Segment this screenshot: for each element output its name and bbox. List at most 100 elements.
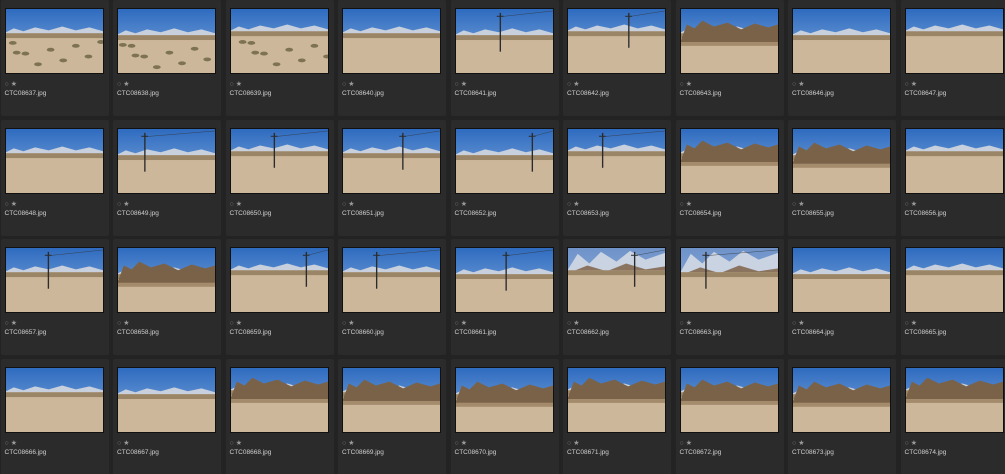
rating-marks[interactable]: ○ ★ (117, 81, 129, 89)
rating-marks[interactable]: ○ ★ (567, 201, 579, 209)
rating-marks[interactable]: ○ ★ (905, 201, 917, 209)
rating-marks[interactable]: ○ ★ (905, 320, 917, 328)
rating-marks[interactable]: ○ ★ (455, 320, 467, 328)
rating-marks[interactable]: ○ ★ (680, 440, 692, 448)
photo-thumbnail[interactable] (679, 8, 779, 74)
star-icon[interactable]: ★ (573, 81, 579, 88)
star-icon[interactable]: ★ (798, 201, 804, 208)
flag-icon[interactable]: ○ (792, 201, 796, 208)
photo-thumbnail-cell[interactable]: ○ ★ CTC08651.jpg (338, 119, 446, 236)
star-icon[interactable]: ★ (686, 320, 692, 327)
star-icon[interactable]: ★ (236, 81, 242, 88)
photo-thumbnail[interactable] (229, 247, 329, 313)
rating-marks[interactable]: ○ ★ (792, 81, 804, 89)
flag-icon[interactable]: ○ (117, 320, 121, 327)
star-icon[interactable]: ★ (123, 440, 129, 447)
photo-thumbnail[interactable] (679, 366, 779, 433)
rating-marks[interactable]: ○ ★ (5, 320, 17, 328)
star-icon[interactable]: ★ (11, 201, 17, 208)
star-icon[interactable]: ★ (348, 201, 354, 208)
photo-thumbnail-cell[interactable]: ○ ★ CTC08657.jpg (0, 239, 109, 355)
photo-thumbnail-cell[interactable]: ○ ★ CTC08638.jpg (113, 0, 221, 116)
star-icon[interactable]: ★ (11, 320, 17, 327)
star-icon[interactable]: ★ (798, 81, 804, 88)
flag-icon[interactable]: ○ (230, 81, 234, 88)
photo-thumbnail[interactable] (4, 247, 104, 313)
photo-thumbnail[interactable] (904, 247, 1004, 313)
photo-thumbnail[interactable] (454, 366, 554, 433)
flag-icon[interactable]: ○ (455, 201, 459, 208)
photo-thumbnail[interactable] (117, 127, 216, 194)
star-icon[interactable]: ★ (236, 440, 242, 447)
flag-icon[interactable]: ○ (5, 320, 9, 327)
photo-thumbnail-cell[interactable]: ○ ★ CTC08667.jpg (113, 358, 221, 474)
photo-thumbnail-cell[interactable]: ○ ★ CTC08674.jpg (900, 358, 1005, 474)
photo-thumbnail[interactable] (904, 366, 1004, 433)
photo-thumbnail[interactable] (4, 366, 104, 433)
photo-thumbnail-cell[interactable]: ○ ★ CTC08642.jpg (563, 0, 671, 116)
rating-marks[interactable]: ○ ★ (342, 81, 354, 89)
flag-icon[interactable]: ○ (905, 81, 909, 88)
rating-marks[interactable]: ○ ★ (230, 320, 242, 328)
star-icon[interactable]: ★ (461, 81, 467, 88)
photo-thumbnail-cell[interactable]: ○ ★ CTC08659.jpg (225, 239, 334, 355)
photo-thumbnail[interactable] (792, 366, 891, 433)
rating-marks[interactable]: ○ ★ (342, 440, 354, 448)
rating-marks[interactable]: ○ ★ (342, 201, 354, 209)
star-icon[interactable]: ★ (348, 440, 354, 447)
photo-thumbnail[interactable] (117, 247, 216, 313)
rating-marks[interactable]: ○ ★ (792, 201, 804, 209)
photo-thumbnail[interactable] (229, 8, 329, 74)
rating-marks[interactable]: ○ ★ (5, 201, 17, 209)
rating-marks[interactable]: ○ ★ (567, 440, 579, 448)
photo-thumbnail[interactable] (567, 247, 666, 313)
flag-icon[interactable]: ○ (792, 320, 796, 327)
photo-thumbnail[interactable] (229, 366, 329, 433)
star-icon[interactable]: ★ (461, 440, 467, 447)
photo-thumbnail-cell[interactable]: ○ ★ CTC08662.jpg (563, 239, 671, 355)
flag-icon[interactable]: ○ (567, 320, 571, 327)
flag-icon[interactable]: ○ (342, 201, 346, 208)
rating-marks[interactable]: ○ ★ (792, 320, 804, 328)
star-icon[interactable]: ★ (461, 201, 467, 208)
photo-thumbnail-cell[interactable]: ○ ★ CTC08640.jpg (338, 0, 446, 116)
photo-thumbnail-cell[interactable]: ○ ★ CTC08669.jpg (338, 358, 446, 474)
flag-icon[interactable]: ○ (680, 81, 684, 88)
photo-thumbnail-cell[interactable]: ○ ★ CTC08641.jpg (450, 0, 559, 116)
rating-marks[interactable]: ○ ★ (5, 440, 17, 448)
star-icon[interactable]: ★ (911, 320, 917, 327)
flag-icon[interactable]: ○ (342, 320, 346, 327)
rating-marks[interactable]: ○ ★ (455, 81, 467, 89)
photo-thumbnail[interactable] (567, 366, 666, 433)
photo-thumbnail-cell[interactable]: ○ ★ CTC08673.jpg (788, 358, 896, 474)
photo-thumbnail-cell[interactable]: ○ ★ CTC08649.jpg (113, 119, 221, 236)
photo-thumbnail[interactable] (454, 247, 554, 313)
flag-icon[interactable]: ○ (342, 81, 346, 88)
photo-thumbnail-cell[interactable]: ○ ★ CTC08647.jpg (900, 0, 1005, 116)
photo-thumbnail[interactable] (904, 127, 1004, 194)
photo-thumbnail[interactable] (342, 8, 441, 74)
photo-thumbnail[interactable] (904, 8, 1004, 74)
rating-marks[interactable]: ○ ★ (117, 201, 129, 209)
flag-icon[interactable]: ○ (792, 81, 796, 88)
photo-thumbnail-cell[interactable]: ○ ★ CTC08665.jpg (900, 239, 1005, 355)
photo-thumbnail-cell[interactable]: ○ ★ CTC08656.jpg (900, 119, 1005, 236)
star-icon[interactable]: ★ (686, 440, 692, 447)
flag-icon[interactable]: ○ (230, 440, 234, 447)
rating-marks[interactable]: ○ ★ (117, 320, 129, 328)
star-icon[interactable]: ★ (911, 440, 917, 447)
rating-marks[interactable]: ○ ★ (905, 440, 917, 448)
rating-marks[interactable]: ○ ★ (230, 81, 242, 89)
photo-thumbnail[interactable] (454, 8, 554, 74)
flag-icon[interactable]: ○ (117, 201, 121, 208)
flag-icon[interactable]: ○ (5, 440, 9, 447)
photo-thumbnail-cell[interactable]: ○ ★ CTC08643.jpg (675, 0, 784, 116)
photo-thumbnail[interactable] (4, 8, 104, 74)
flag-icon[interactable]: ○ (230, 320, 234, 327)
flag-icon[interactable]: ○ (342, 440, 346, 447)
photo-thumbnail[interactable] (792, 247, 891, 313)
flag-icon[interactable]: ○ (792, 440, 796, 447)
flag-icon[interactable]: ○ (455, 440, 459, 447)
rating-marks[interactable]: ○ ★ (230, 201, 242, 209)
flag-icon[interactable]: ○ (455, 320, 459, 327)
